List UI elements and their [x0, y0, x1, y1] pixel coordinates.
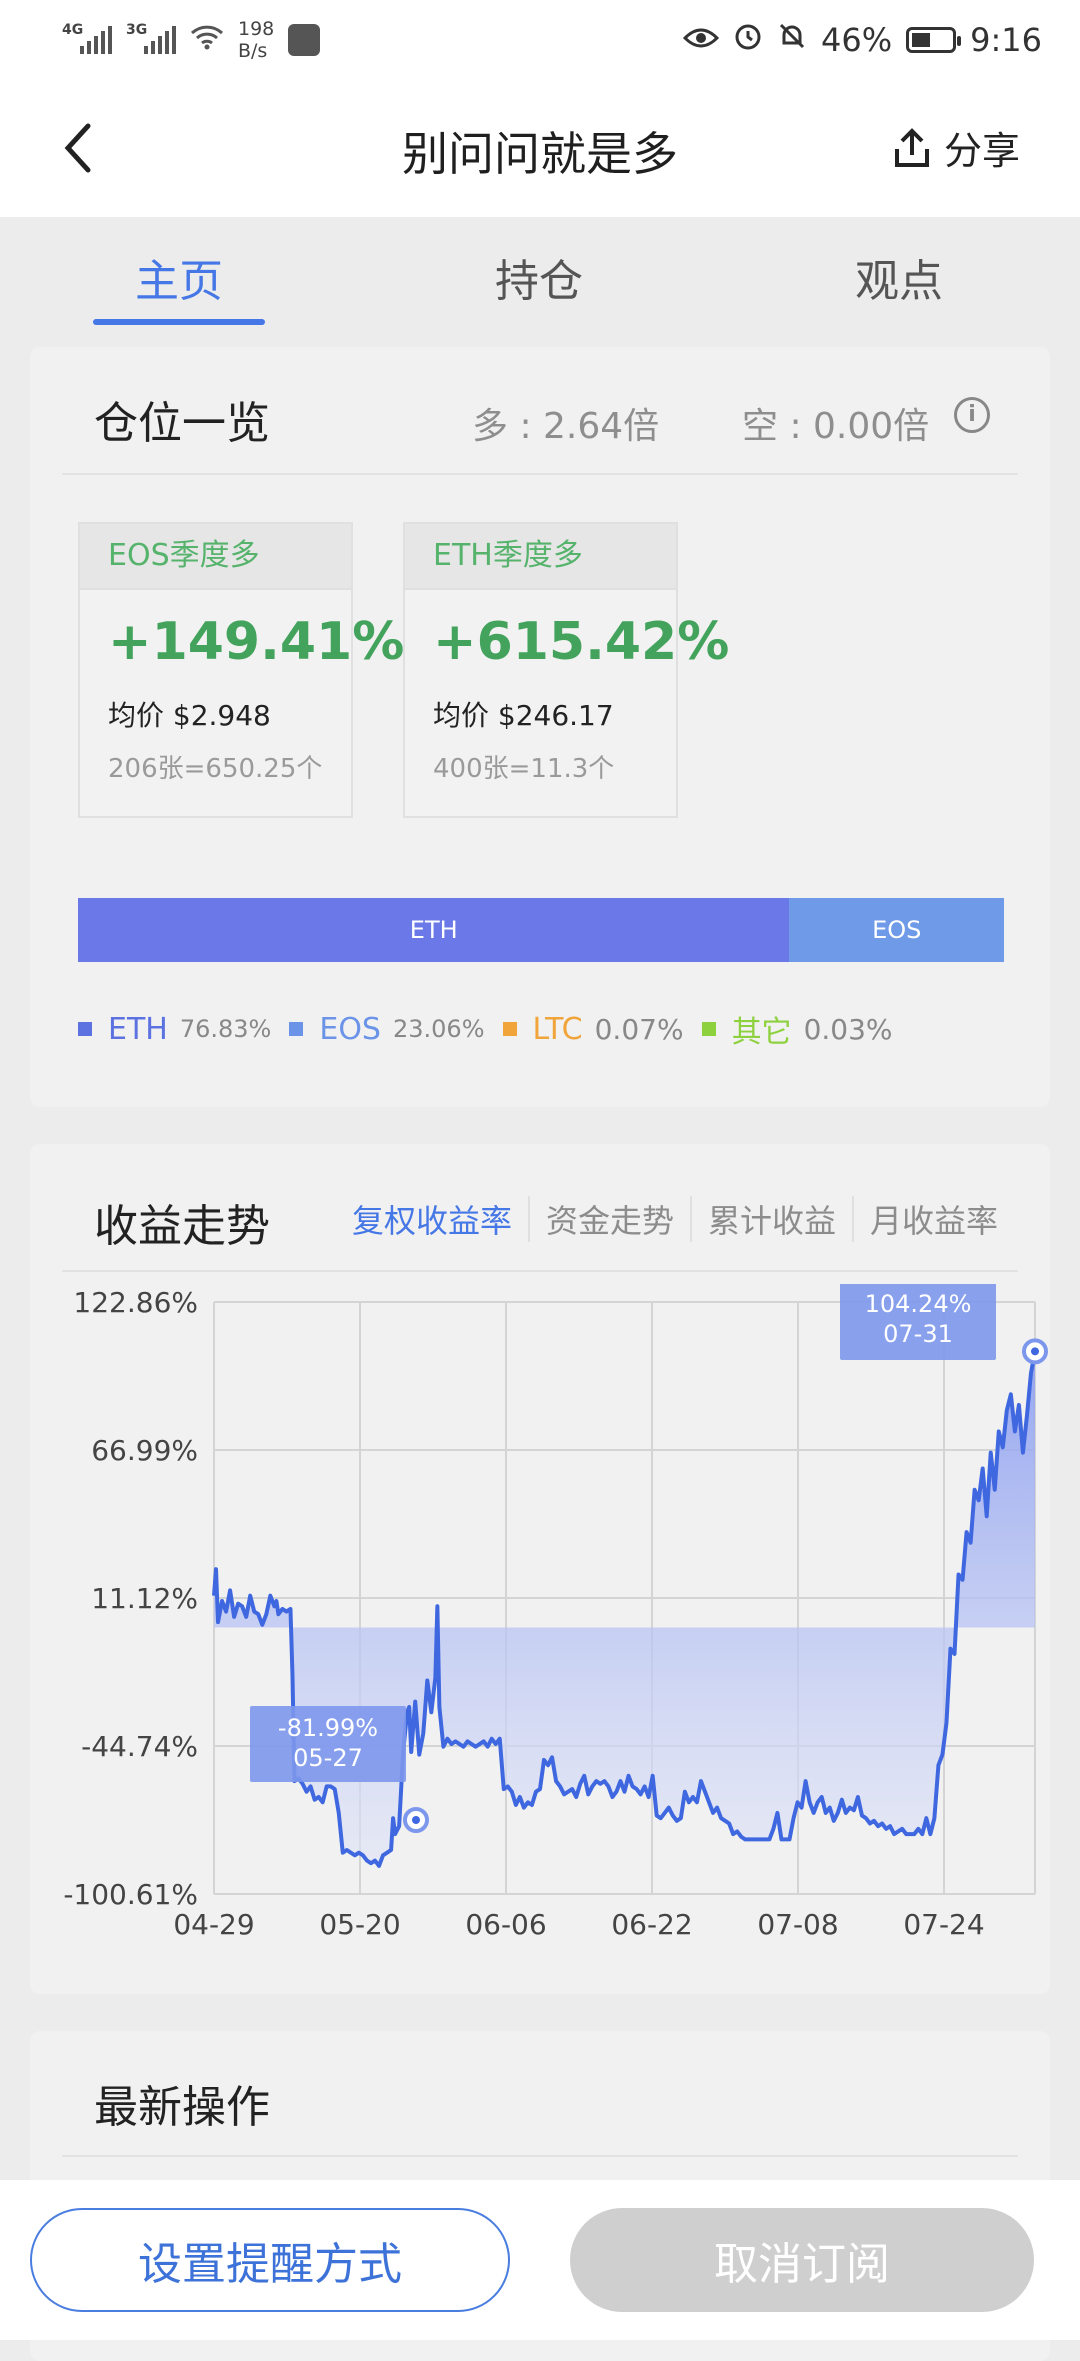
legend-item-other: 其它 0.03% [701, 1007, 893, 1051]
battery-icon [906, 27, 962, 53]
position-card-eos[interactable]: EOS季度多 +149.41% 均价 $2.948 206张=650.25个 [78, 522, 405, 818]
long-ratio: 多 : 2.64倍 [472, 406, 660, 447]
x-tick-label: 05-20 [319, 1908, 400, 1941]
battery-level-text: 46% [821, 21, 893, 59]
legend-swatch [502, 1022, 517, 1036]
legend-label: ETH [108, 1011, 168, 1047]
unsubscribe-button[interactable]: 取消订阅 [570, 2208, 1034, 2312]
x-tick-label: 06-06 [465, 1908, 546, 1941]
tab-home[interactable]: 主页 [79, 245, 279, 309]
y-tick-label: 66.99% [91, 1434, 198, 1467]
eye-icon [682, 21, 720, 59]
position-name: EOS季度多 [80, 524, 351, 590]
wifi-icon [190, 23, 224, 58]
legend-swatch [289, 1022, 304, 1036]
returns-chart: 122.86% 66.99% 11.12% -44.74% -100.61%04-29 0… [63, 1284, 1048, 1941]
position-return: +615.42% [433, 612, 730, 672]
y-tick-label: 11.12% [91, 1582, 198, 1615]
allocation-bar: ETH EOS [78, 898, 1004, 962]
x-tick-label: 04-29 [173, 1908, 254, 1941]
x-tick-label: 07-24 [903, 1908, 984, 1941]
latest-ops-title: 最新操作 [94, 2082, 270, 2133]
legend-label: LTC [532, 1011, 583, 1047]
tooltip-low-value: -81.99% [278, 1714, 378, 1742]
share-button[interactable]: 分享 [892, 120, 1020, 175]
clock: 9:16 [970, 21, 1042, 59]
legend-item-eos: EOS 23.06% [289, 1011, 485, 1047]
returns-chart-card: 收益走势 复权收益率 资金走势 累计收益 月收益率 122.86% 66.99% 1… [30, 1144, 1050, 1994]
allocation-segment-eos: EOS [789, 898, 1004, 962]
alarm-icon [733, 21, 763, 59]
position-avg-price: 均价 $246.17 [433, 699, 614, 732]
divider [62, 1270, 1018, 1272]
mute-bell-icon [777, 21, 807, 59]
tooltip-low-date: 05-27 [293, 1744, 363, 1772]
legend-item-ltc: LTC 0.07% [502, 1011, 684, 1047]
chart-tab-cumulative[interactable]: 累计收益 [689, 1196, 852, 1242]
allocation-legend: ETH 76.83% EOS 23.06% LTC 0.07% 其它 0.03% [78, 1007, 911, 1051]
position-name: ETH季度多 [405, 524, 676, 590]
tab-views[interactable]: 观点 [799, 245, 999, 309]
legend-label: 其它 [731, 1015, 792, 1050]
info-icon[interactable]: i [954, 397, 990, 433]
y-tick-label: -44.74% [81, 1730, 198, 1763]
y-tick-label: -100.61% [63, 1878, 198, 1911]
y-tick-label: 122.86% [73, 1286, 198, 1319]
position-quantity: 400张=11.3个 [433, 754, 615, 784]
tab-bar: 主页 持仓 观点 [0, 217, 1080, 327]
allocation-segment-eth: ETH [78, 898, 790, 962]
position-card-eth[interactable]: ETH季度多 +615.42% 均价 $246.17 400张=11.3个 [403, 522, 730, 818]
chart-tab-adjusted-return[interactable]: 复权收益率 [336, 1196, 528, 1242]
position-quantity: 206张=650.25个 [108, 754, 323, 784]
x-tick-label: 07-08 [757, 1908, 838, 1941]
tab-holdings[interactable]: 持仓 [439, 245, 639, 309]
legend-swatch [701, 1022, 716, 1036]
wallet-app-icon [288, 24, 321, 56]
marker-high-dot [1031, 1347, 1039, 1356]
legend-item-eth: ETH 76.83% [78, 1012, 271, 1047]
share-icon [894, 127, 929, 167]
legend-pct: 23.06% [392, 1015, 485, 1043]
chart-tab-group: 复权收益率 资金走势 累计收益 月收益率 [336, 1196, 1014, 1242]
status-bar: 4G 3G 198 B/s 46% 9:16 [0, 0, 1080, 80]
returns-title: 收益走势 [94, 1201, 270, 1252]
short-ratio: 空 : 0.00倍 [742, 406, 930, 447]
divider [62, 2155, 1018, 2157]
network-type-sim2: 3G [126, 22, 148, 38]
signal-icon-sim2: 3G [126, 22, 176, 54]
chart-tab-monthly[interactable]: 月收益率 [851, 1196, 1014, 1242]
app-header: 别问问就是多 分享 [0, 80, 1080, 217]
tooltip-high-value: 104.24% [865, 1290, 972, 1318]
position-overview-card: 仓位一览 多 : 2.64倍 空 : 0.00倍 i EOS季度多 +149.4… [30, 347, 1050, 1107]
legend-pct: 0.03% [803, 1012, 893, 1046]
share-label: 分享 [943, 129, 1020, 173]
set-reminder-button[interactable]: 设置提醒方式 [30, 2208, 510, 2312]
active-tab-indicator [93, 319, 265, 325]
signal-icon-sim1: 4G [62, 22, 112, 54]
bottom-action-bar: 设置提醒方式 取消订阅 [0, 2180, 1080, 2340]
x-tick-label: 06-22 [611, 1908, 692, 1941]
tooltip-high-date: 07-31 [883, 1320, 953, 1348]
overview-title: 仓位一览 [94, 398, 270, 449]
net-speed-value: 198 [238, 18, 275, 40]
network-type-sim1: 4G [62, 22, 84, 38]
legend-swatch [78, 1022, 92, 1036]
legend-pct: 0.07% [594, 1012, 684, 1046]
legend-label: EOS [319, 1011, 381, 1047]
position-return: +149.41% [108, 612, 405, 672]
position-avg-price: 均价 $2.948 [108, 699, 271, 732]
net-speed: 198 B/s [238, 18, 274, 62]
net-speed-unit: B/s [238, 40, 268, 62]
chart-tab-fund-trend[interactable]: 资金走势 [527, 1196, 690, 1242]
marker-low-dot [412, 1816, 420, 1824]
legend-pct: 76.83% [179, 1015, 272, 1043]
divider [62, 473, 1018, 475]
